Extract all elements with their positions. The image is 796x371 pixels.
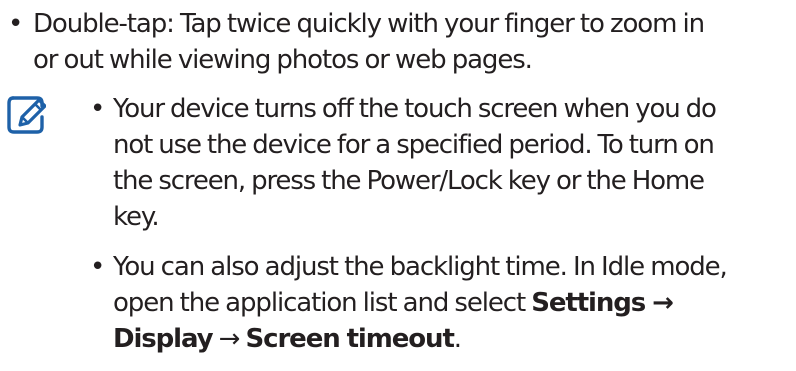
backlight-line-3: Display → Screen timeout. [113,321,790,357]
settings-path-period: . [453,324,462,354]
touch-screen-line-4: key. [113,202,160,232]
double-tap-line-2: or out while viewing photos or web pages… [33,45,533,75]
settings-path-settings: Settings → [531,288,674,318]
double-tap-text: Double-tap: Tap twice quickly with your … [33,6,705,78]
touch-screen-line-2: not use the device for a specified perio… [113,130,715,160]
settings-path-arrow: → [212,324,246,354]
note-pencil-icon [7,96,46,134]
double-tap-line-1: Double-tap: Tap twice quickly with your … [33,9,705,39]
note-list: • Your device turns off the touch screen… [90,91,790,371]
page: • Double-tap: Tap twice quickly with you… [0,0,796,355]
touch-screen-text: Your device turns off the touch screen w… [90,91,790,235]
backlight-line-2: open the application list and select Set… [113,285,790,321]
touch-screen-line-1: Your device turns off the touch screen w… [113,94,717,124]
backlight-text: You can also adjust the backlight time. … [90,249,790,357]
settings-path-screen-timeout: Screen timeout [245,324,455,354]
backlight-line-2-prefix: open the application list and select [113,288,532,318]
bullet-marker: • [8,9,23,39]
note-item-backlight: • You can also adjust the backlight time… [90,249,790,357]
note-item-touch-screen: • Your device turns off the touch screen… [90,91,790,235]
touch-screen-line-3: the screen, press the Power/Lock key or … [113,166,705,196]
settings-path-display: Display [113,324,214,354]
backlight-line-1: You can also adjust the backlight time. … [113,252,728,282]
